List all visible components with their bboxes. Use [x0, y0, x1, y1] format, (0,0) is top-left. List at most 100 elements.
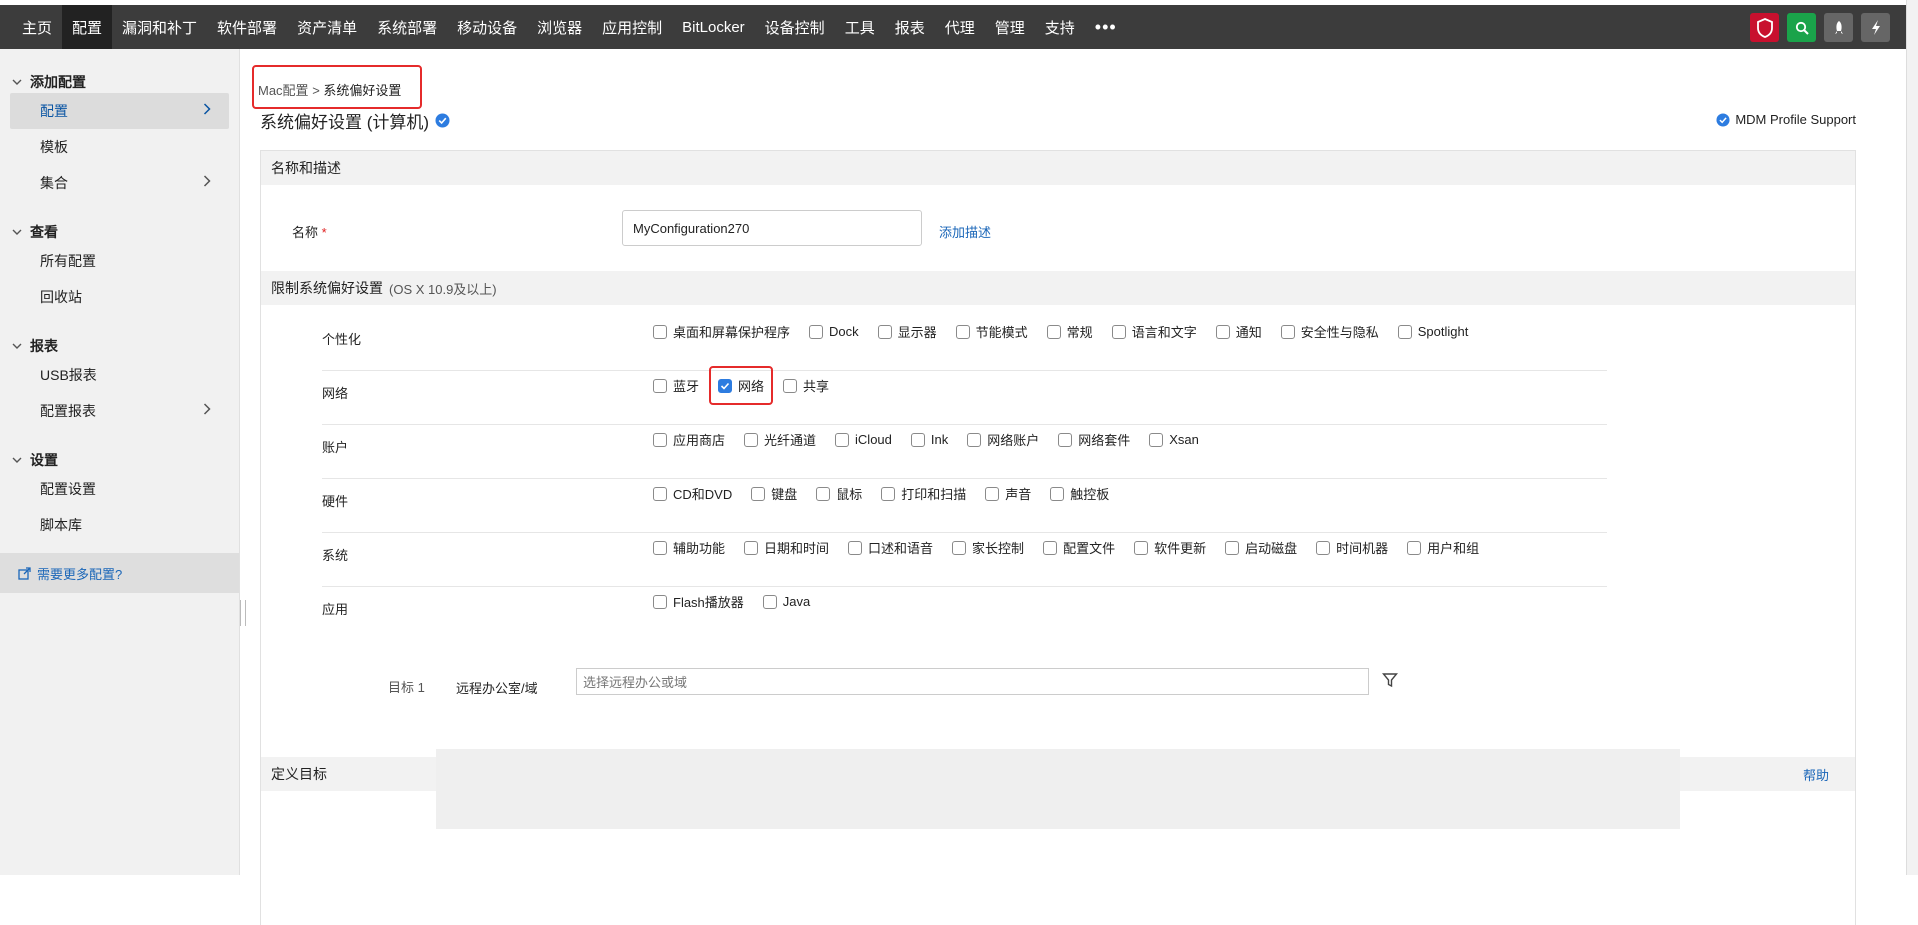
preference-checkbox[interactable]: 用户和组	[1407, 538, 1479, 557]
sidebar-item[interactable]: 配置	[10, 93, 229, 129]
checkbox-icon[interactable]	[910, 432, 925, 447]
checkbox-icon[interactable]	[1407, 540, 1422, 555]
checkbox-icon[interactable]	[653, 432, 667, 447]
nav-item[interactable]: 配置	[62, 5, 113, 49]
preference-checkbox[interactable]: CD和DVD	[653, 484, 732, 503]
preference-checkbox[interactable]: 日期和时间	[744, 538, 829, 557]
preference-checkbox[interactable]: Flash播放器	[653, 592, 744, 611]
preference-checkbox[interactable]: 安全性与隐私	[1280, 322, 1379, 341]
checkbox-icon[interactable]	[1397, 324, 1412, 339]
preference-checkbox[interactable]: 网络套件	[1058, 430, 1130, 449]
checkbox-icon[interactable]	[952, 540, 967, 555]
add-description-link[interactable]: 添加描述	[939, 222, 991, 241]
checkbox-icon[interactable]	[1316, 540, 1331, 555]
checkbox-icon[interactable]	[967, 432, 982, 447]
preference-checkbox[interactable]: 触控板	[1050, 484, 1109, 503]
sidebar-group-header[interactable]: 查看	[0, 221, 239, 243]
checkbox-icon[interactable]	[816, 486, 831, 501]
checkbox-icon[interactable]	[1280, 324, 1295, 339]
filter-icon[interactable]	[1382, 672, 1398, 691]
sidebar-group-header[interactable]: 报表	[0, 335, 239, 357]
sidebar-item[interactable]: 配置报表	[10, 393, 229, 429]
preference-checkbox[interactable]: 桌面和屏幕保护程序	[653, 322, 790, 341]
preference-checkbox[interactable]: 键盘	[751, 484, 797, 503]
checkbox-icon[interactable]	[1225, 540, 1240, 555]
preference-checkbox[interactable]: 配置文件	[1043, 538, 1115, 557]
checkbox-icon[interactable]	[1043, 540, 1058, 555]
sidebar-item[interactable]: 脚本库	[10, 507, 229, 543]
preference-checkbox[interactable]: Spotlight	[1397, 324, 1468, 339]
sidebar-item[interactable]: 配置设置	[10, 471, 229, 507]
checkbox-icon[interactable]	[877, 324, 892, 339]
preference-checkbox[interactable]: 声音	[985, 484, 1031, 503]
nav-item[interactable]: 主页	[12, 5, 62, 49]
preference-checkbox[interactable]: 口述和语音	[848, 538, 933, 557]
checkbox-icon[interactable]	[653, 594, 667, 609]
bolt-icon[interactable]	[1861, 13, 1890, 42]
page-scrollbar[interactable]	[1906, 0, 1918, 875]
sidebar-item[interactable]: 模板	[10, 129, 229, 165]
nav-item[interactable]: 报表	[885, 5, 935, 49]
nav-item[interactable]: 设备控制	[755, 5, 835, 49]
sidebar-item[interactable]: USB报表	[10, 357, 229, 393]
search-icon[interactable]	[1787, 13, 1816, 42]
nav-item[interactable]: 工具	[835, 5, 885, 49]
checkbox-icon[interactable]	[835, 432, 850, 447]
preference-checkbox[interactable]: 语言和文字	[1111, 322, 1197, 341]
checkbox-icon[interactable]	[744, 432, 759, 447]
rocket-icon[interactable]	[1824, 13, 1853, 42]
nav-item[interactable]: 管理	[985, 5, 1035, 49]
preference-checkbox[interactable]: 软件更新	[1134, 538, 1206, 557]
preference-checkbox[interactable]: 节能模式	[955, 322, 1028, 341]
preference-checkbox[interactable]: Dock	[809, 324, 859, 339]
shield-icon[interactable]	[1750, 13, 1779, 42]
nav-item[interactable]: BitLocker	[672, 5, 755, 49]
checkbox-icon[interactable]	[1134, 540, 1149, 555]
nav-item[interactable]: 代理	[935, 5, 985, 49]
checkbox-icon[interactable]	[1149, 432, 1164, 447]
nav-item[interactable]: 移动设备	[447, 5, 527, 49]
checkbox-icon[interactable]	[653, 324, 667, 339]
preference-checkbox[interactable]: 通知	[1215, 322, 1262, 341]
config-name-input[interactable]	[622, 210, 922, 246]
preference-checkbox[interactable]: 应用商店	[653, 430, 725, 449]
checkbox-icon[interactable]	[1215, 324, 1230, 339]
nav-item[interactable]: 应用控制	[592, 5, 672, 49]
preference-checkbox[interactable]: 辅助功能	[653, 538, 725, 557]
preference-checkbox[interactable]: 蓝牙	[653, 376, 699, 395]
checkbox-icon[interactable]	[751, 486, 766, 501]
checkbox-icon[interactable]	[783, 378, 798, 393]
checkbox-icon[interactable]	[1111, 324, 1126, 339]
sidebar-resize-handle[interactable]	[240, 600, 246, 626]
checkbox-icon[interactable]	[653, 540, 667, 555]
checkbox-icon[interactable]	[1050, 486, 1065, 501]
checkbox-icon[interactable]	[1046, 324, 1061, 339]
checkbox-icon[interactable]	[1058, 432, 1073, 447]
preference-checkbox[interactable]: 网络账户	[967, 430, 1039, 449]
preference-checkbox[interactable]: 启动磁盘	[1225, 538, 1297, 557]
preference-checkbox[interactable]: 时间机器	[1316, 538, 1388, 557]
sidebar-item[interactable]: 所有配置	[10, 243, 229, 279]
help-link[interactable]: 帮助	[1803, 765, 1829, 784]
preference-checkbox[interactable]: Java	[762, 594, 810, 609]
preference-checkbox[interactable]: 打印和扫描	[881, 484, 966, 503]
checkbox-icon[interactable]	[985, 486, 1000, 501]
preference-checkbox[interactable]: 共享	[783, 376, 829, 395]
nav-item[interactable]: 资产清单	[287, 5, 367, 49]
preference-checkbox[interactable]: Ink	[910, 432, 948, 447]
nav-more-icon[interactable]: •••	[1085, 5, 1127, 49]
checkbox-icon[interactable]	[653, 486, 667, 501]
checkbox-icon[interactable]	[848, 540, 863, 555]
checkbox-icon[interactable]	[762, 594, 777, 609]
sidebar-group-header[interactable]: 设置	[0, 449, 239, 471]
remote-office-select[interactable]: 选择远程办公或域	[576, 668, 1369, 695]
preference-checkbox[interactable]: 光纤通道	[744, 430, 816, 449]
nav-item[interactable]: 浏览器	[527, 5, 592, 49]
preference-checkbox[interactable]: iCloud	[835, 432, 892, 447]
sidebar-group-header[interactable]: 添加配置	[0, 71, 239, 93]
nav-item[interactable]: 系统部署	[367, 5, 447, 49]
preference-checkbox[interactable]: 家长控制	[952, 538, 1024, 557]
nav-item[interactable]: 支持	[1035, 5, 1085, 49]
nav-item[interactable]: 软件部署	[207, 5, 287, 49]
checkbox-icon[interactable]	[809, 324, 824, 339]
